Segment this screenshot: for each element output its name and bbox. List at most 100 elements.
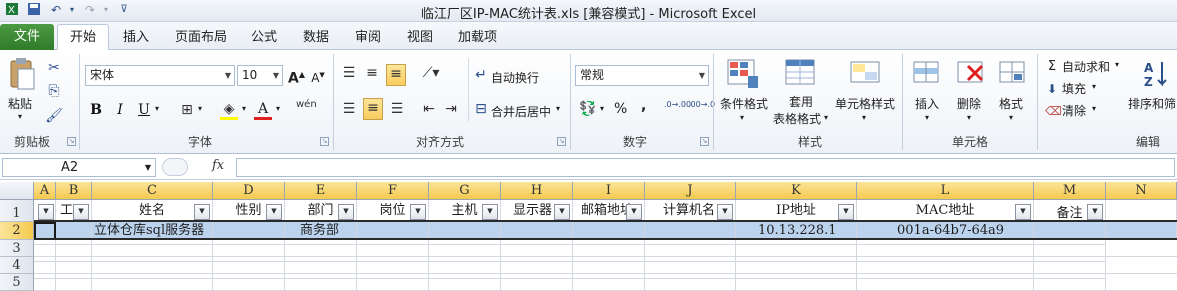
tab-insert[interactable]: 插入 — [123, 29, 149, 47]
font-size-combo[interactable]: 10 ▼ — [237, 65, 283, 86]
filter-dropdown-icon[interactable]: ▼ — [717, 204, 733, 220]
comma-button[interactable]: , — [641, 98, 646, 114]
column-header-k[interactable]: K — [736, 182, 857, 200]
filter-dropdown-icon[interactable]: ▼ — [1015, 204, 1031, 220]
header-cell-gender[interactable]: 性别 ▼ — [213, 200, 285, 222]
font-name-combo[interactable]: 宋体 ▼ — [85, 65, 235, 86]
header-cell-a[interactable]: ▼ — [34, 200, 56, 222]
increase-indent-icon[interactable]: ⇥ — [442, 100, 460, 118]
format-cells-button[interactable]: 格式 — [999, 95, 1023, 112]
align-right-icon[interactable]: ☰ — [388, 100, 406, 118]
row-header-5[interactable]: 5 — [0, 274, 34, 291]
row-header-4[interactable]: 4 — [0, 257, 34, 274]
delete-cells-button[interactable]: 删除 — [957, 95, 981, 112]
merge-dropdown-icon[interactable]: ▾ — [556, 104, 560, 113]
sort-filter-button[interactable]: 排序和筛 — [1128, 95, 1176, 112]
header-cell-ip[interactable]: IP地址 ▼ — [736, 200, 857, 222]
format-as-table-icon[interactable] — [784, 58, 818, 90]
cell[interactable] — [1106, 200, 1177, 222]
delete-dropdown-icon[interactable]: ▾ — [967, 113, 971, 122]
paste-dropdown-icon[interactable]: ▾ — [18, 112, 22, 121]
select-all-corner[interactable] — [0, 182, 34, 200]
column-header-e[interactable]: E — [285, 182, 357, 200]
underline-dropdown-icon[interactable]: ▾ — [155, 104, 159, 113]
clear-icon[interactable]: ⌫ — [1045, 102, 1062, 120]
decrease-decimal-button[interactable]: .00→.0 — [688, 100, 715, 109]
format-as-table-dropdown-icon[interactable]: ▾ — [824, 113, 828, 122]
paste-icon[interactable] — [8, 57, 36, 91]
autosum-dropdown-icon[interactable]: ▾ — [1115, 60, 1119, 69]
paste-button[interactable]: 粘贴 — [8, 95, 32, 112]
tab-view[interactable]: 视图 — [407, 29, 433, 47]
filter-dropdown-icon[interactable]: ▼ — [554, 204, 570, 220]
decrease-indent-icon[interactable]: ⇤ — [420, 100, 438, 118]
phonetic-guide-button[interactable]: wén — [296, 99, 317, 110]
sort-filter-icon[interactable]: AZ — [1140, 58, 1174, 90]
align-bottom-icon[interactable]: ≡ — [386, 64, 406, 86]
copy-icon[interactable]: ⎘ — [44, 82, 64, 100]
insert-cells-icon[interactable] — [910, 58, 944, 90]
column-header-m[interactable]: M — [1034, 182, 1106, 200]
bold-button[interactable]: B — [88, 101, 104, 119]
underline-button[interactable]: U — [136, 101, 152, 119]
name-box[interactable]: A2 ▼ — [2, 158, 156, 177]
merge-center-icon[interactable]: ⊟ — [473, 100, 489, 118]
grow-font-icon[interactable]: A▲ — [288, 66, 305, 88]
header-cell-department[interactable]: 部门 ▼ — [285, 200, 357, 222]
cut-icon[interactable]: ✂ — [44, 59, 64, 77]
align-left-icon[interactable]: ☰ — [340, 100, 358, 118]
fill-color-icon[interactable]: ◈ — [220, 100, 238, 118]
filter-dropdown-icon[interactable]: ▼ — [410, 204, 426, 220]
alignment-launcher-icon[interactable]: ↘ — [557, 137, 566, 146]
tab-home[interactable]: 开始 — [57, 24, 109, 51]
insert-cells-button[interactable]: 插入 — [915, 95, 939, 112]
accounting-format-icon[interactable]: 💱 — [578, 100, 598, 118]
format-dropdown-icon[interactable]: ▾ — [1009, 113, 1013, 122]
conditional-dropdown-icon[interactable]: ▾ — [740, 113, 744, 122]
column-header-h[interactable]: H — [501, 182, 573, 200]
header-cell-monitor[interactable]: 显示器 ▼ — [501, 200, 573, 222]
italic-button[interactable]: I — [112, 101, 128, 119]
merge-center-button[interactable]: 合并后居中 — [491, 103, 551, 120]
fill-icon[interactable]: ⬇ — [1045, 80, 1059, 98]
tab-file[interactable]: 文件 — [0, 24, 54, 50]
tab-page-layout[interactable]: 页面布局 — [175, 29, 227, 47]
column-header-l[interactable]: L — [857, 182, 1034, 200]
column-header-a[interactable]: A — [34, 182, 56, 200]
increase-decimal-button[interactable]: .0→.00 — [664, 100, 691, 109]
empty-grid-area[interactable] — [34, 244, 1106, 291]
fill-dropdown-icon[interactable]: ▾ — [1092, 82, 1096, 91]
formula-input[interactable] — [236, 158, 1175, 177]
column-header-b[interactable]: B — [56, 182, 92, 200]
conditional-formatting-button[interactable]: 条件格式 — [720, 95, 768, 112]
tab-addins[interactable]: 加载项 — [458, 29, 497, 47]
clear-button[interactable]: 清除 — [1062, 102, 1086, 119]
format-painter-icon[interactable]: 🖌 — [44, 107, 64, 125]
fill-button[interactable]: 填充 — [1062, 80, 1086, 97]
filter-dropdown-icon[interactable]: ▼ — [1087, 204, 1103, 220]
autosum-button[interactable]: 自动求和 — [1062, 58, 1110, 75]
column-header-j[interactable]: J — [645, 182, 736, 200]
filter-dropdown-icon[interactable]: ▼ — [838, 204, 854, 220]
font-launcher-icon[interactable]: ↘ — [320, 137, 329, 146]
row-header-1[interactable]: 1 — [0, 200, 34, 222]
filter-dropdown-icon[interactable]: ▼ — [338, 204, 354, 220]
header-cell-mac[interactable]: MAC地址 ▼ — [857, 200, 1034, 222]
header-cell-computer-name[interactable]: 计算机名 ▼ — [645, 200, 736, 222]
borders-icon[interactable]: ⊞ — [178, 101, 196, 119]
header-cell-b[interactable]: 工 ▼ — [56, 200, 92, 222]
font-color-icon[interactable]: A — [254, 100, 272, 118]
column-header-f[interactable]: F — [357, 182, 429, 200]
format-as-table-label-1[interactable]: 套用 — [789, 93, 813, 110]
filter-dropdown-icon[interactable]: ▼ — [38, 204, 54, 220]
insert-dropdown-icon[interactable]: ▾ — [925, 113, 929, 122]
header-cell-name[interactable]: 姓名 ▼ — [92, 200, 213, 222]
formula-resize-handle[interactable] — [162, 158, 188, 176]
header-cell-position[interactable]: 岗位 ▼ — [357, 200, 429, 222]
orientation-icon[interactable]: ⟋▾ — [420, 64, 442, 82]
filter-dropdown-icon[interactable]: ▼ — [626, 204, 642, 220]
filter-dropdown-icon[interactable]: ▼ — [482, 204, 498, 220]
clear-dropdown-icon[interactable]: ▾ — [1092, 104, 1096, 113]
filter-dropdown-icon[interactable]: ▼ — [194, 204, 210, 220]
filter-dropdown-icon[interactable]: ▼ — [266, 204, 282, 220]
